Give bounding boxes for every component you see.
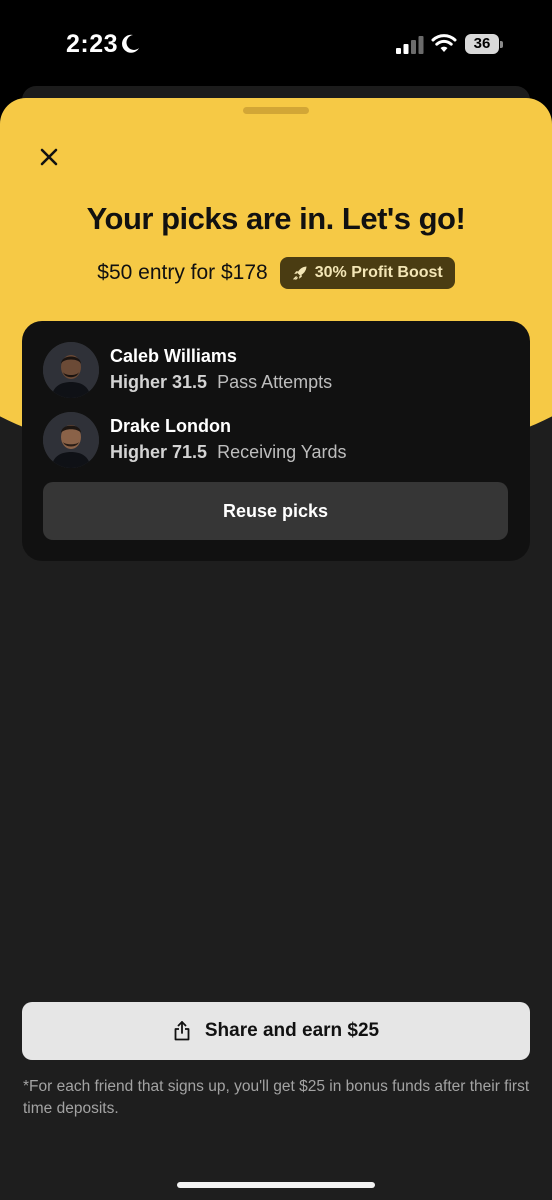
cellular-signal-icon — [396, 36, 424, 54]
pick-row: Drake London Higher 71.5 Receiving Yards — [43, 412, 513, 468]
pick-row: Caleb Williams Higher 31.5 Pass Attempts — [43, 342, 513, 398]
status-time: 2:23 — [66, 30, 119, 58]
close-icon[interactable] — [32, 140, 66, 174]
home-indicator[interactable] — [177, 1182, 375, 1188]
pick-direction: Higher — [110, 442, 168, 462]
pick-line-value: 71.5 — [172, 442, 208, 462]
share-and-earn-button[interactable]: Share and earn $25 — [22, 1002, 530, 1060]
player-name: Drake London — [110, 416, 232, 436]
entry-amount-text: $50 entry for $178 — [97, 261, 268, 284]
profit-boost-badge: 30% Profit Boost — [279, 257, 455, 289]
battery-level: 36 — [473, 35, 491, 52]
rocket-icon — [293, 266, 307, 280]
wifi-icon — [431, 34, 457, 52]
confirmation-headline: Your picks are in. Let's go! — [86, 201, 466, 236]
share-button-label: Share and earn $25 — [204, 1020, 380, 1041]
player-name: Caleb Williams — [110, 346, 237, 366]
bottom-sheet: Your picks are in. Let's go! $50 entry f… — [0, 98, 552, 1200]
battery-indicator: 36 — [465, 34, 503, 54]
battery-cap — [500, 41, 503, 48]
pick-projection: Higher 31.5 Pass Attempts — [110, 372, 332, 393]
status-bar: 2:23 36 — [0, 0, 552, 90]
profit-boost-label: 30% Profit Boost — [314, 264, 443, 281]
pick-direction: Higher — [110, 372, 168, 392]
player-avatar — [43, 412, 99, 468]
referral-footnote: *For each friend that signs up, you'll g… — [23, 1078, 530, 1117]
sheet-grabber[interactable] — [243, 107, 309, 114]
pick-stat: Pass Attempts — [217, 372, 333, 392]
share-icon — [174, 1021, 190, 1041]
player-avatar — [43, 342, 99, 398]
reuse-picks-button[interactable]: Reuse picks — [43, 482, 508, 540]
picks-card: Caleb Williams Higher 31.5 Pass Attempts… — [22, 321, 530, 561]
pick-projection: Higher 71.5 Receiving Yards — [110, 442, 347, 463]
moon-icon — [122, 34, 139, 53]
pick-stat: Receiving Yards — [217, 442, 347, 462]
pick-line-value: 31.5 — [172, 372, 208, 392]
entry-summary: $50 entry for $178 30% Profit Boost — [0, 256, 552, 290]
